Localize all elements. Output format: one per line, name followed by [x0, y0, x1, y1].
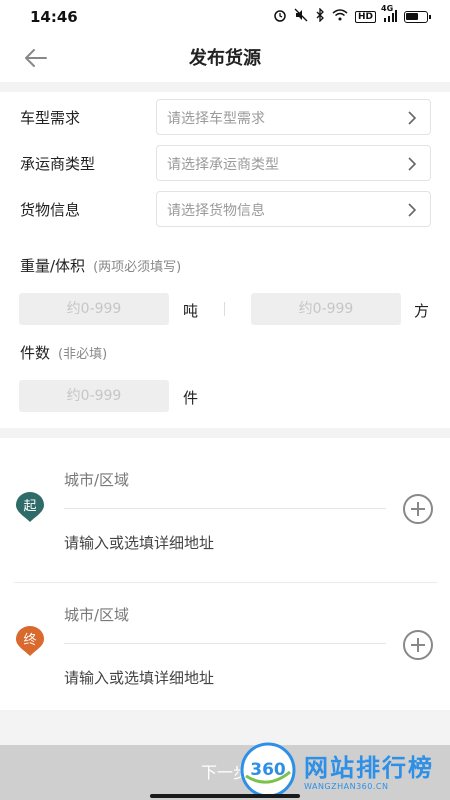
end-city-select[interactable]: 城市/区域 [64, 604, 129, 625]
weight-volume-label: 重量/体积 [20, 257, 86, 275]
carrier-type-select[interactable]: 请选择承运商类型 [156, 145, 431, 181]
cargo-info-label: 货物信息 [20, 201, 81, 219]
start-detail-input[interactable]: 请输入或选填详细地址 [64, 532, 214, 553]
watermark: 360 网站排行榜 WANGZHAN360.CN [240, 740, 450, 800]
pieces-input[interactable]: 约0-999 [19, 380, 169, 412]
signal-icon: 4G [381, 4, 397, 24]
weight-input[interactable]: 约0-999 [19, 293, 169, 325]
start-marker-text: 起 [23, 499, 36, 514]
weight-unit: 吨 [183, 302, 199, 320]
volume-input[interactable]: 约0-999 [251, 293, 401, 325]
pieces-hint: (非必填) [58, 347, 108, 362]
weight-volume-section: 重量/体积 (两项必须填写) [20, 255, 181, 276]
status-bar: 14:46 HD 4G [0, 0, 450, 34]
end-marker-text: 终 [23, 632, 36, 648]
page-title: 发布货源 [189, 48, 261, 69]
divider [224, 302, 225, 316]
carrier-type-label: 承运商类型 [20, 155, 96, 173]
network-type: 4G [381, 3, 394, 13]
carrier-type-row: 承运商类型 请选择承运商类型 [0, 145, 450, 181]
chevron-right-icon [408, 157, 417, 171]
alarm-icon [273, 8, 287, 25]
cargo-form: 车型需求 请选择车型需求 承运商类型 请选择承运商类型 货物信息 请选择货物信息… [0, 92, 450, 428]
wifi-icon [332, 9, 348, 24]
weight-volume-hint: (两项必须填写) [93, 260, 182, 275]
volume-unit: 方 [414, 302, 430, 320]
end-marker-icon: 终 [16, 626, 44, 656]
pieces-label: 件数 [20, 344, 51, 362]
cargo-info-select[interactable]: 请选择货物信息 [156, 191, 431, 227]
vehicle-type-select[interactable]: 请选择车型需求 [156, 99, 431, 135]
mute-icon [294, 8, 308, 25]
chevron-right-icon [408, 111, 417, 125]
header: 发布货源 [0, 34, 450, 82]
hd-badge: HD [354, 10, 376, 23]
status-time: 14:46 [30, 8, 78, 26]
watermark-logo-icon: 360 [240, 742, 296, 798]
pieces-unit: 件 [183, 389, 199, 407]
arrow-left-icon[interactable] [22, 44, 50, 72]
address-separator [14, 582, 438, 583]
address-card: 起 城市/区域 请输入或选填详细地址 终 城市/区域 请输入或选填详细地址 [0, 438, 450, 710]
battery-icon [404, 10, 431, 23]
vehicle-type-label: 车型需求 [20, 109, 81, 127]
watermark-logo-text: 360 [250, 760, 286, 780]
status-icons: HD 4G [273, 4, 431, 25]
start-marker-icon: 起 [16, 492, 44, 522]
watermark-subtitle: WANGZHAN360.CN [304, 782, 389, 791]
chevron-right-icon [408, 203, 417, 217]
end-detail-input[interactable]: 请输入或选填详细地址 [64, 667, 214, 688]
pieces-section: 件数 (非必填) [20, 342, 107, 363]
cargo-info-row: 货物信息 请选择货物信息 [0, 191, 450, 227]
vehicle-type-placeholder: 请选择车型需求 [167, 111, 265, 127]
watermark-title: 网站排行榜 [304, 754, 434, 782]
vehicle-type-row: 车型需求 请选择车型需求 [0, 99, 450, 135]
home-indicator [150, 794, 300, 798]
start-address-divider [64, 508, 386, 509]
end-add-icon[interactable] [402, 629, 434, 661]
end-address-divider [64, 643, 386, 644]
bluetooth-icon [315, 7, 325, 25]
start-city-select[interactable]: 城市/区域 [64, 469, 129, 490]
start-add-icon[interactable] [402, 493, 434, 525]
carrier-type-placeholder: 请选择承运商类型 [167, 157, 279, 173]
cargo-info-placeholder: 请选择货物信息 [167, 203, 265, 219]
